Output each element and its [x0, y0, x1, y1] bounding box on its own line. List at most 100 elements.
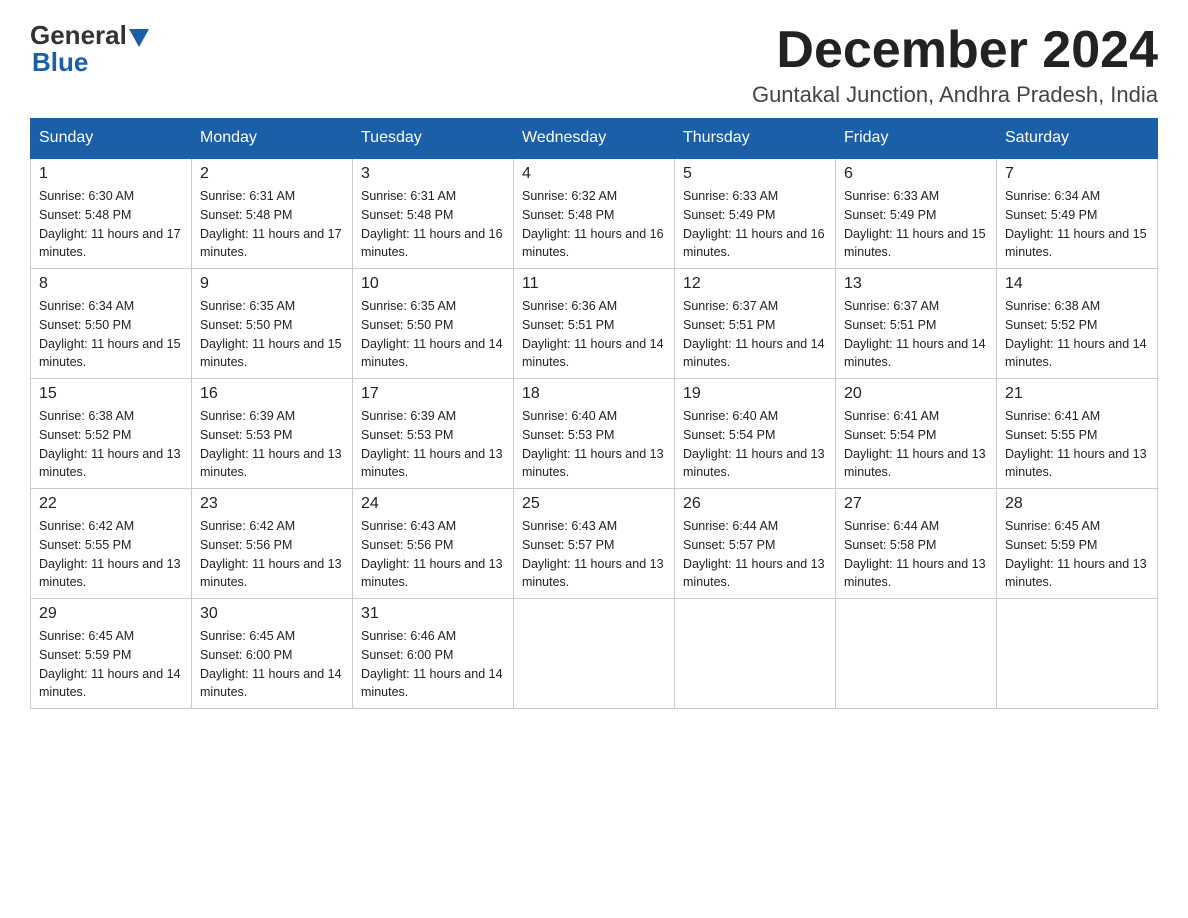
calendar-header-thursday: Thursday	[675, 119, 836, 159]
day-info: Sunrise: 6:44 AM Sunset: 5:57 PM Dayligh…	[683, 517, 827, 592]
day-number: 29	[39, 605, 183, 623]
calendar-day: 30 Sunrise: 6:45 AM Sunset: 6:00 PM Dayl…	[192, 599, 353, 709]
day-number: 9	[200, 275, 344, 293]
day-info: Sunrise: 6:40 AM Sunset: 5:53 PM Dayligh…	[522, 407, 666, 482]
calendar-week-2: 8 Sunrise: 6:34 AM Sunset: 5:50 PM Dayli…	[31, 269, 1158, 379]
calendar-day: 13 Sunrise: 6:37 AM Sunset: 5:51 PM Dayl…	[836, 269, 997, 379]
calendar-header-friday: Friday	[836, 119, 997, 159]
day-info: Sunrise: 6:41 AM Sunset: 5:54 PM Dayligh…	[844, 407, 988, 482]
calendar-day: 3 Sunrise: 6:31 AM Sunset: 5:48 PM Dayli…	[353, 158, 514, 269]
calendar-week-1: 1 Sunrise: 6:30 AM Sunset: 5:48 PM Dayli…	[31, 158, 1158, 269]
calendar-day: 26 Sunrise: 6:44 AM Sunset: 5:57 PM Dayl…	[675, 489, 836, 599]
calendar-day: 21 Sunrise: 6:41 AM Sunset: 5:55 PM Dayl…	[997, 379, 1158, 489]
day-info: Sunrise: 6:33 AM Sunset: 5:49 PM Dayligh…	[844, 187, 988, 262]
calendar-day: 15 Sunrise: 6:38 AM Sunset: 5:52 PM Dayl…	[31, 379, 192, 489]
day-info: Sunrise: 6:42 AM Sunset: 5:56 PM Dayligh…	[200, 517, 344, 592]
calendar-day: 31 Sunrise: 6:46 AM Sunset: 6:00 PM Dayl…	[353, 599, 514, 709]
calendar-header-monday: Monday	[192, 119, 353, 159]
page-header: General Blue December 2024 Guntakal Junc…	[30, 20, 1158, 108]
day-info: Sunrise: 6:45 AM Sunset: 5:59 PM Dayligh…	[39, 627, 183, 702]
day-number: 1	[39, 165, 183, 183]
calendar-day: 9 Sunrise: 6:35 AM Sunset: 5:50 PM Dayli…	[192, 269, 353, 379]
day-info: Sunrise: 6:34 AM Sunset: 5:50 PM Dayligh…	[39, 297, 183, 372]
day-info: Sunrise: 6:39 AM Sunset: 5:53 PM Dayligh…	[200, 407, 344, 482]
day-number: 17	[361, 385, 505, 403]
day-number: 18	[522, 385, 666, 403]
day-info: Sunrise: 6:34 AM Sunset: 5:49 PM Dayligh…	[1005, 187, 1149, 262]
day-info: Sunrise: 6:36 AM Sunset: 5:51 PM Dayligh…	[522, 297, 666, 372]
calendar-header-sunday: Sunday	[31, 119, 192, 159]
calendar-day: 27 Sunrise: 6:44 AM Sunset: 5:58 PM Dayl…	[836, 489, 997, 599]
day-number: 19	[683, 385, 827, 403]
day-info: Sunrise: 6:31 AM Sunset: 5:48 PM Dayligh…	[361, 187, 505, 262]
day-info: Sunrise: 6:35 AM Sunset: 5:50 PM Dayligh…	[200, 297, 344, 372]
day-info: Sunrise: 6:43 AM Sunset: 5:57 PM Dayligh…	[522, 517, 666, 592]
day-number: 23	[200, 495, 344, 513]
day-info: Sunrise: 6:37 AM Sunset: 5:51 PM Dayligh…	[683, 297, 827, 372]
calendar-day: 18 Sunrise: 6:40 AM Sunset: 5:53 PM Dayl…	[514, 379, 675, 489]
calendar-header-tuesday: Tuesday	[353, 119, 514, 159]
day-number: 25	[522, 495, 666, 513]
day-number: 24	[361, 495, 505, 513]
calendar-day: 1 Sunrise: 6:30 AM Sunset: 5:48 PM Dayli…	[31, 158, 192, 269]
calendar-day: 2 Sunrise: 6:31 AM Sunset: 5:48 PM Dayli…	[192, 158, 353, 269]
calendar-day: 8 Sunrise: 6:34 AM Sunset: 5:50 PM Dayli…	[31, 269, 192, 379]
calendar-day: 5 Sunrise: 6:33 AM Sunset: 5:49 PM Dayli…	[675, 158, 836, 269]
calendar-day: 17 Sunrise: 6:39 AM Sunset: 5:53 PM Dayl…	[353, 379, 514, 489]
day-info: Sunrise: 6:37 AM Sunset: 5:51 PM Dayligh…	[844, 297, 988, 372]
calendar-body: 1 Sunrise: 6:30 AM Sunset: 5:48 PM Dayli…	[31, 158, 1158, 709]
day-info: Sunrise: 6:39 AM Sunset: 5:53 PM Dayligh…	[361, 407, 505, 482]
day-info: Sunrise: 6:32 AM Sunset: 5:48 PM Dayligh…	[522, 187, 666, 262]
calendar-day	[836, 599, 997, 709]
calendar-header: SundayMondayTuesdayWednesdayThursdayFrid…	[31, 119, 1158, 159]
day-info: Sunrise: 6:45 AM Sunset: 5:59 PM Dayligh…	[1005, 517, 1149, 592]
logo-arrow-icon	[129, 29, 149, 47]
day-number: 4	[522, 165, 666, 183]
calendar-day: 25 Sunrise: 6:43 AM Sunset: 5:57 PM Dayl…	[514, 489, 675, 599]
day-number: 6	[844, 165, 988, 183]
day-info: Sunrise: 6:38 AM Sunset: 5:52 PM Dayligh…	[1005, 297, 1149, 372]
calendar-day	[514, 599, 675, 709]
day-info: Sunrise: 6:31 AM Sunset: 5:48 PM Dayligh…	[200, 187, 344, 262]
day-number: 12	[683, 275, 827, 293]
day-number: 30	[200, 605, 344, 623]
day-info: Sunrise: 6:40 AM Sunset: 5:54 PM Dayligh…	[683, 407, 827, 482]
day-number: 10	[361, 275, 505, 293]
calendar-day: 7 Sunrise: 6:34 AM Sunset: 5:49 PM Dayli…	[997, 158, 1158, 269]
calendar-header-wednesday: Wednesday	[514, 119, 675, 159]
day-number: 22	[39, 495, 183, 513]
calendar-week-5: 29 Sunrise: 6:45 AM Sunset: 5:59 PM Dayl…	[31, 599, 1158, 709]
day-number: 8	[39, 275, 183, 293]
calendar-day: 19 Sunrise: 6:40 AM Sunset: 5:54 PM Dayl…	[675, 379, 836, 489]
day-number: 28	[1005, 495, 1149, 513]
calendar-day: 20 Sunrise: 6:41 AM Sunset: 5:54 PM Dayl…	[836, 379, 997, 489]
calendar-day: 4 Sunrise: 6:32 AM Sunset: 5:48 PM Dayli…	[514, 158, 675, 269]
calendar-day: 28 Sunrise: 6:45 AM Sunset: 5:59 PM Dayl…	[997, 489, 1158, 599]
calendar-week-3: 15 Sunrise: 6:38 AM Sunset: 5:52 PM Dayl…	[31, 379, 1158, 489]
day-number: 11	[522, 275, 666, 293]
day-number: 7	[1005, 165, 1149, 183]
day-number: 2	[200, 165, 344, 183]
day-number: 21	[1005, 385, 1149, 403]
calendar-day	[997, 599, 1158, 709]
day-info: Sunrise: 6:44 AM Sunset: 5:58 PM Dayligh…	[844, 517, 988, 592]
day-number: 27	[844, 495, 988, 513]
month-title: December 2024	[752, 20, 1158, 80]
day-number: 16	[200, 385, 344, 403]
calendar-day: 6 Sunrise: 6:33 AM Sunset: 5:49 PM Dayli…	[836, 158, 997, 269]
day-info: Sunrise: 6:30 AM Sunset: 5:48 PM Dayligh…	[39, 187, 183, 262]
day-info: Sunrise: 6:41 AM Sunset: 5:55 PM Dayligh…	[1005, 407, 1149, 482]
location-subtitle: Guntakal Junction, Andhra Pradesh, India	[752, 82, 1158, 108]
day-number: 13	[844, 275, 988, 293]
day-number: 15	[39, 385, 183, 403]
day-info: Sunrise: 6:43 AM Sunset: 5:56 PM Dayligh…	[361, 517, 505, 592]
day-info: Sunrise: 6:45 AM Sunset: 6:00 PM Dayligh…	[200, 627, 344, 702]
calendar-day	[675, 599, 836, 709]
day-info: Sunrise: 6:38 AM Sunset: 5:52 PM Dayligh…	[39, 407, 183, 482]
day-info: Sunrise: 6:33 AM Sunset: 5:49 PM Dayligh…	[683, 187, 827, 262]
calendar-day: 14 Sunrise: 6:38 AM Sunset: 5:52 PM Dayl…	[997, 269, 1158, 379]
calendar-header-saturday: Saturday	[997, 119, 1158, 159]
day-info: Sunrise: 6:46 AM Sunset: 6:00 PM Dayligh…	[361, 627, 505, 702]
calendar-week-4: 22 Sunrise: 6:42 AM Sunset: 5:55 PM Dayl…	[31, 489, 1158, 599]
calendar-day: 12 Sunrise: 6:37 AM Sunset: 5:51 PM Dayl…	[675, 269, 836, 379]
